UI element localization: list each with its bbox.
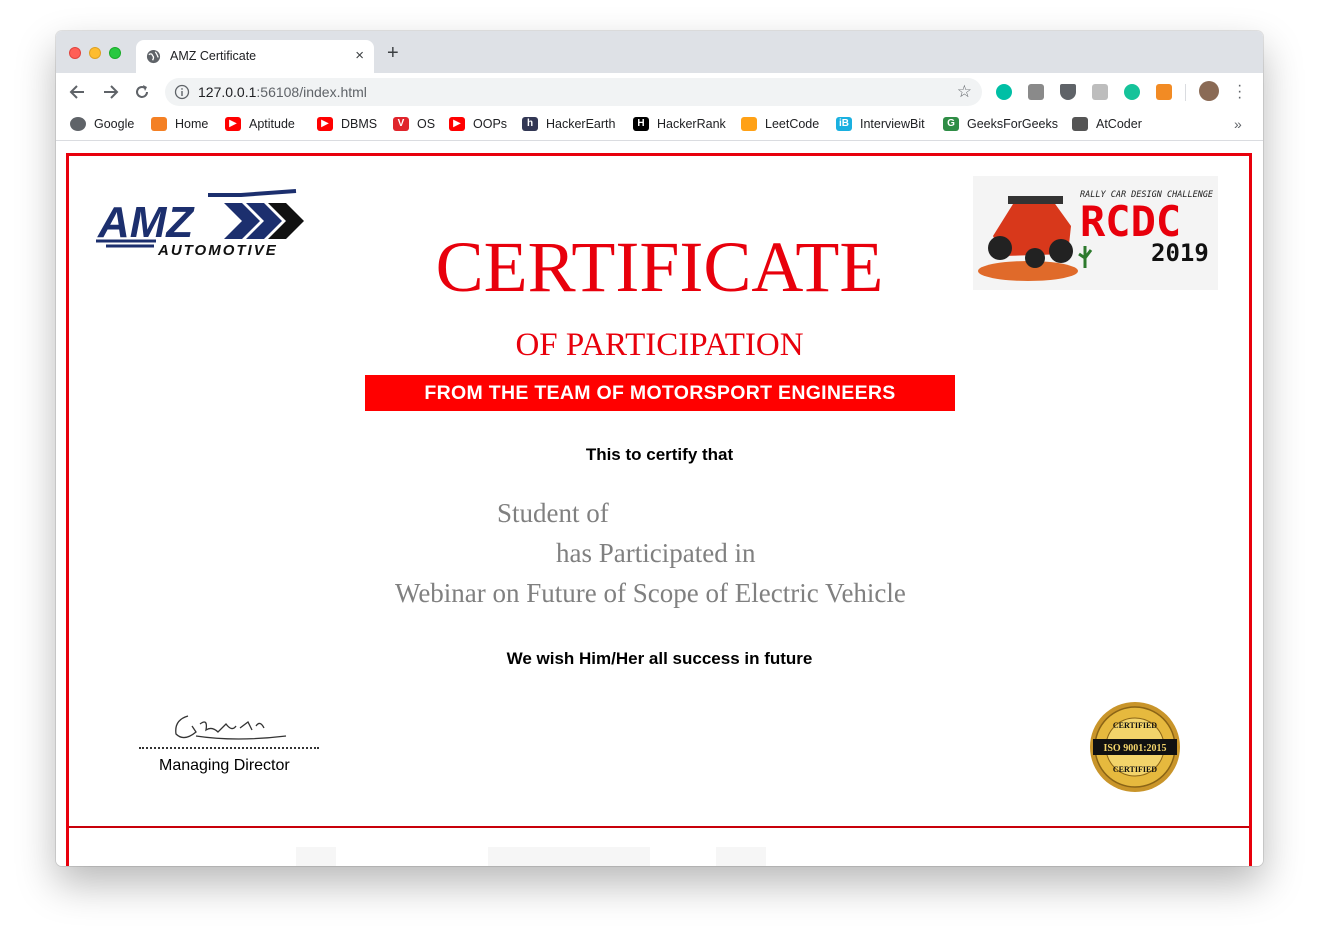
seal-middle-text: ISO 9001:2015	[1103, 743, 1166, 754]
bookmark-label: DBMS	[341, 117, 378, 131]
bookmark-label: Aptitude	[249, 117, 295, 131]
certificate-subtitle: OF PARTICIPATION	[515, 327, 804, 363]
stackoverflow-icon	[151, 117, 167, 131]
certificate-title: CERTIFICATE	[435, 227, 884, 307]
student-line: Student of	[497, 498, 609, 528]
browser-toolbar: 127.0.0.1:56108/index.html ☆ · · ·	[56, 73, 1263, 110]
mendeley-extension-icon[interactable]	[996, 84, 1012, 100]
leetcode-icon	[741, 117, 757, 131]
new-tab-button[interactable]: +	[387, 42, 399, 65]
reload-icon[interactable]	[132, 82, 152, 102]
atcoder-icon	[1072, 117, 1088, 131]
geeksforgeeks-icon: G	[943, 117, 959, 131]
page-content: AMZ AUTOMOTIVE RALLY CAR DESIGN CHALLENG…	[56, 141, 1263, 866]
signature-image	[175, 715, 287, 740]
browser-window: AMZ Certificate × + 127.0.0.1:56108/inde…	[56, 31, 1263, 866]
url-host: 127.0.0.1	[198, 84, 257, 100]
bookmarks-bar: Google Home ▶ Aptitude ▶ DBMS V OS ▶ OOP…	[56, 110, 1263, 141]
faint-background-shape	[296, 847, 336, 866]
certify-line: This to certify that	[585, 445, 734, 464]
bookmarks-overflow-icon[interactable]: »	[1234, 116, 1242, 132]
profile-avatar[interactable]	[1199, 81, 1219, 101]
faint-background-shape	[716, 847, 766, 866]
bookmark-label: HackerEarth	[546, 117, 616, 131]
forward-arrow-icon[interactable]	[100, 82, 120, 102]
minimize-window-button[interactable]	[89, 47, 101, 59]
url-path: :56108/index.html	[256, 84, 367, 100]
wish-line: We wish Him/Her all success in future	[506, 649, 813, 668]
bookmark-label: AtCoder	[1096, 117, 1142, 131]
certificate-divider	[69, 826, 1249, 828]
globe-icon	[70, 117, 86, 131]
youtube-icon: ▶	[317, 117, 333, 131]
bookmark-star-icon[interactable]: ☆	[957, 82, 972, 102]
tab-amz-certificate[interactable]: AMZ Certificate ×	[136, 40, 374, 73]
signatory-title: Managing Director	[159, 757, 290, 774]
evernote-extension-icon[interactable]	[1028, 84, 1044, 100]
back-arrow-icon[interactable]	[68, 82, 88, 102]
copy-extension-icon[interactable]	[1092, 84, 1108, 100]
toolbar-separator	[1185, 84, 1186, 101]
bookmark-label: GeeksForGeeks	[967, 117, 1059, 131]
youtube-icon: ▶	[225, 117, 241, 131]
event-line: Webinar on Future of Scope of Electric V…	[395, 578, 906, 608]
bookmark-label: OOPs	[473, 117, 508, 131]
grammarly-extension-icon[interactable]	[1124, 84, 1140, 100]
participated-line: has Participated in	[556, 538, 756, 568]
browser-menu-icon[interactable]: · · ·	[1237, 78, 1242, 106]
close-tab-icon[interactable]: ×	[355, 47, 364, 64]
youtube-icon: ▶	[449, 117, 465, 131]
bookmark-label: Home	[175, 117, 209, 131]
url-text: 127.0.0.1:56108/index.html	[198, 84, 367, 100]
seal-top-text: CERTIFIED	[1113, 721, 1157, 730]
seal-bottom-text: CERTIFIED	[1113, 765, 1157, 774]
bookmark-label: HackerRank	[657, 117, 726, 131]
hackerrank-icon: H	[633, 117, 649, 131]
interviewbit-icon: iB	[836, 117, 852, 131]
screen-recorder-extension-icon[interactable]	[1156, 84, 1172, 100]
iso-certified-seal: ISO 9001:2015 CERTIFIED CERTIFIED	[1090, 702, 1180, 792]
tab-title: AMZ Certificate	[170, 49, 257, 63]
address-bar[interactable]: 127.0.0.1:56108/index.html ☆	[165, 78, 982, 106]
pocket-extension-icon[interactable]	[1060, 84, 1076, 100]
info-icon[interactable]	[174, 84, 190, 100]
bookmark-label: Google	[94, 117, 135, 131]
close-window-button[interactable]	[69, 47, 81, 59]
signature-line	[139, 747, 319, 749]
maximize-window-button[interactable]	[109, 47, 121, 59]
bookmark-label: InterviewBit	[860, 117, 925, 131]
globe-icon	[146, 49, 161, 64]
bookmark-label: LeetCode	[765, 117, 820, 131]
vit-icon: V	[393, 117, 409, 131]
bookmark-label: OS	[417, 117, 436, 131]
team-banner: FROM THE TEAM OF MOTORSPORT ENGINEERS	[365, 375, 955, 411]
hackerearth-icon: h	[522, 117, 538, 131]
faint-background-shape	[488, 847, 650, 866]
tab-strip: AMZ Certificate × +	[56, 31, 1263, 73]
